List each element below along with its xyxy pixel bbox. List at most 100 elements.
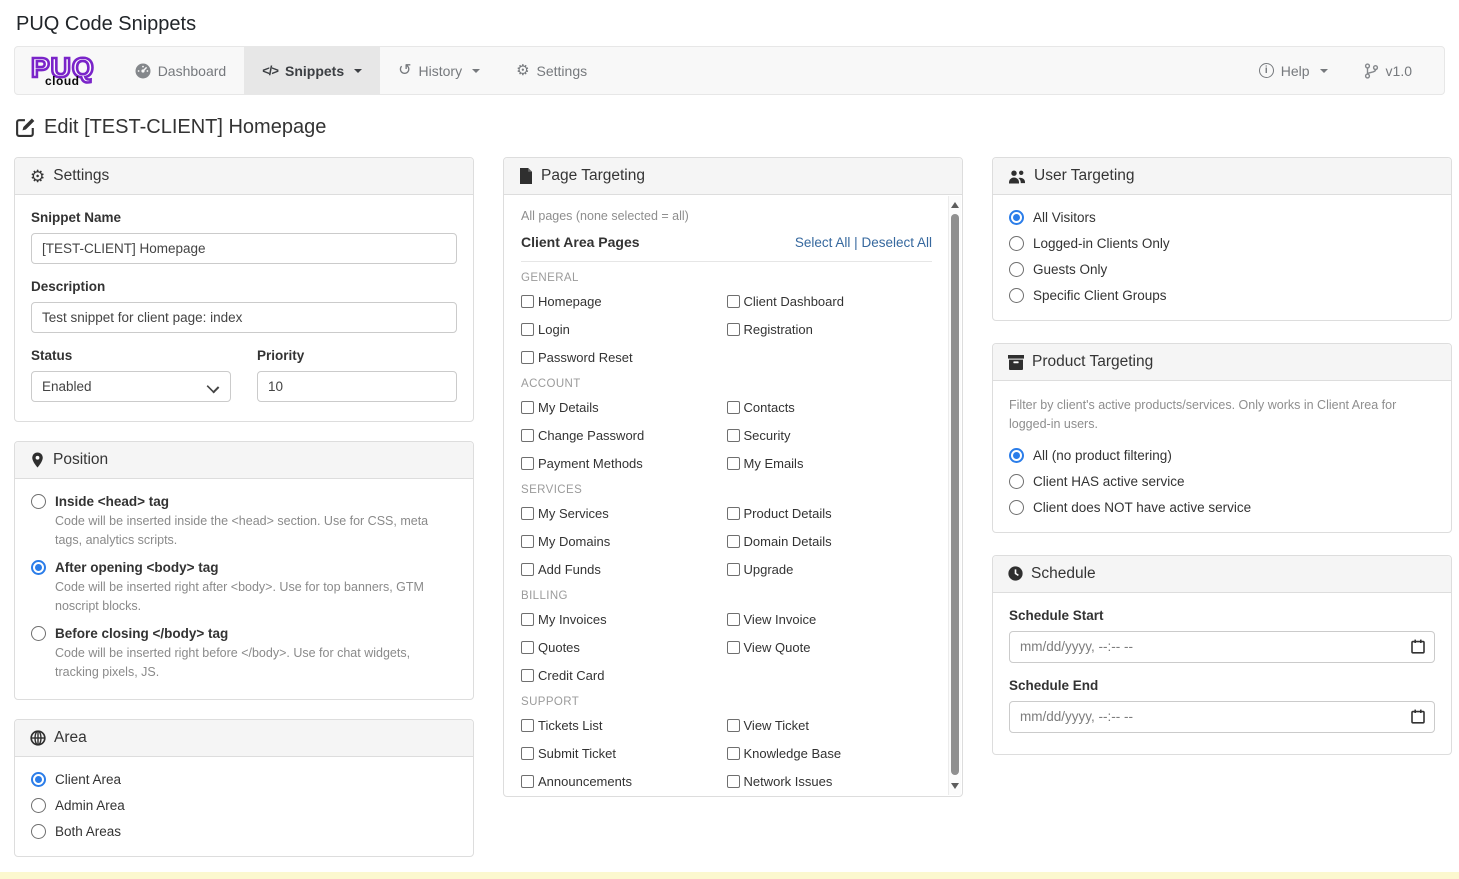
page-checkbox-announcements[interactable]: Announcements bbox=[521, 774, 727, 789]
checkbox-icon[interactable] bbox=[521, 719, 534, 732]
snippet-name-field[interactable] bbox=[31, 233, 457, 264]
user-radio-logged-in[interactable]: Logged-in Clients Only bbox=[1009, 236, 1435, 251]
position-radio-inside-head[interactable]: Inside <head> tag bbox=[31, 494, 457, 509]
product-radio-all[interactable]: All (no product filtering) bbox=[1009, 448, 1435, 463]
checkbox-icon[interactable] bbox=[727, 641, 740, 654]
area-radio-client[interactable]: Client Area bbox=[31, 772, 457, 787]
radio-icon[interactable] bbox=[1009, 210, 1024, 225]
checkbox-icon[interactable] bbox=[521, 429, 534, 442]
checkbox-icon[interactable] bbox=[521, 641, 534, 654]
checkbox-icon[interactable] bbox=[521, 457, 534, 470]
page-checkbox-tickets-list[interactable]: Tickets List bbox=[521, 718, 727, 733]
page-checkbox-homepage[interactable]: Homepage bbox=[521, 294, 727, 309]
checkbox-icon[interactable] bbox=[727, 429, 740, 442]
schedule-end-field[interactable] bbox=[1009, 701, 1435, 733]
description-field[interactable] bbox=[31, 302, 457, 333]
checkbox-icon[interactable] bbox=[727, 563, 740, 576]
page-checkbox-submit-ticket[interactable]: Submit Ticket bbox=[521, 746, 727, 761]
checkbox-icon[interactable] bbox=[521, 507, 534, 520]
nav-item-snippets[interactable]: </> Snippets bbox=[244, 47, 380, 94]
checkbox-icon[interactable] bbox=[521, 295, 534, 308]
page-checkbox-view-quote[interactable]: View Quote bbox=[727, 640, 933, 655]
radio-icon[interactable] bbox=[31, 798, 46, 813]
page-checkbox-view-invoice[interactable]: View Invoice bbox=[727, 612, 933, 627]
radio-icon[interactable] bbox=[1009, 474, 1024, 489]
checkbox-icon[interactable] bbox=[521, 535, 534, 548]
product-radio-no-service[interactable]: Client does NOT have active service bbox=[1009, 500, 1435, 515]
page-checkbox-credit-card[interactable]: Credit Card bbox=[521, 668, 727, 683]
product-radio-has-service[interactable]: Client HAS active service bbox=[1009, 474, 1435, 489]
area-radio-both[interactable]: Both Areas bbox=[31, 824, 457, 839]
status-select[interactable]: Enabled bbox=[31, 371, 231, 402]
checkbox-icon[interactable] bbox=[521, 613, 534, 626]
user-radio-all-visitors[interactable]: All Visitors bbox=[1009, 210, 1435, 225]
scroll-down-arrow-icon[interactable] bbox=[951, 783, 959, 789]
radio-icon[interactable] bbox=[1009, 236, 1024, 251]
checkbox-icon[interactable] bbox=[521, 669, 534, 682]
page-checkbox-payment-methods[interactable]: Payment Methods bbox=[521, 456, 727, 471]
checkbox-icon[interactable] bbox=[727, 507, 740, 520]
radio-icon[interactable] bbox=[1009, 288, 1024, 303]
area-radio-admin[interactable]: Admin Area bbox=[31, 798, 457, 813]
checkbox-icon[interactable] bbox=[521, 401, 534, 414]
page-checkbox-registration[interactable]: Registration bbox=[727, 322, 933, 337]
page-checkbox-my-invoices[interactable]: My Invoices bbox=[521, 612, 727, 627]
checkbox-icon[interactable] bbox=[727, 535, 740, 548]
calendar-icon[interactable] bbox=[1411, 639, 1425, 654]
select-all-link[interactable]: Select All bbox=[795, 235, 851, 250]
radio-icon[interactable] bbox=[31, 626, 46, 641]
page-checkbox-security[interactable]: Security bbox=[727, 428, 933, 443]
scroll-up-arrow-icon[interactable] bbox=[951, 202, 959, 208]
page-checkbox-view-ticket[interactable]: View Ticket bbox=[727, 718, 933, 733]
checkbox-icon[interactable] bbox=[727, 719, 740, 732]
checkbox-icon[interactable] bbox=[521, 351, 534, 364]
nav-item-help[interactable]: i Help bbox=[1241, 63, 1346, 79]
page-checkbox-contacts[interactable]: Contacts bbox=[727, 400, 933, 415]
checkbox-icon[interactable] bbox=[727, 747, 740, 760]
priority-field[interactable] bbox=[257, 371, 457, 402]
user-radio-client-groups[interactable]: Specific Client Groups bbox=[1009, 288, 1435, 303]
page-checkbox-my-domains[interactable]: My Domains bbox=[521, 534, 727, 549]
radio-icon[interactable] bbox=[31, 824, 46, 839]
nav-item-dashboard[interactable]: Dashboard bbox=[117, 47, 245, 94]
radio-icon[interactable] bbox=[31, 560, 46, 575]
radio-icon[interactable] bbox=[31, 772, 46, 787]
checkbox-icon[interactable] bbox=[521, 323, 534, 336]
page-checkbox-my-details[interactable]: My Details bbox=[521, 400, 727, 415]
page-checkbox-upgrade[interactable]: Upgrade bbox=[727, 562, 933, 577]
nav-item-history[interactable]: ↺ History bbox=[380, 47, 498, 94]
page-checkbox-password-reset[interactable]: Password Reset bbox=[521, 350, 727, 365]
checkbox-icon[interactable] bbox=[727, 775, 740, 788]
page-checkbox-domain-details[interactable]: Domain Details bbox=[727, 534, 933, 549]
radio-icon[interactable] bbox=[1009, 262, 1024, 277]
nav-item-version[interactable]: v1.0 bbox=[1346, 63, 1430, 79]
scrollbar-thumb[interactable] bbox=[951, 214, 959, 775]
page-checkbox-my-emails[interactable]: My Emails bbox=[727, 456, 933, 471]
page-checkbox-knowledge-base[interactable]: Knowledge Base bbox=[727, 746, 933, 761]
page-checkbox-add-funds[interactable]: Add Funds bbox=[521, 562, 727, 577]
deselect-all-link[interactable]: Deselect All bbox=[861, 235, 932, 250]
position-radio-after-body[interactable]: After opening <body> tag bbox=[31, 560, 457, 575]
scrollbar[interactable] bbox=[948, 196, 961, 795]
user-radio-guests[interactable]: Guests Only bbox=[1009, 262, 1435, 277]
checkbox-icon[interactable] bbox=[521, 775, 534, 788]
checkbox-icon[interactable] bbox=[727, 613, 740, 626]
checkbox-icon[interactable] bbox=[727, 323, 740, 336]
checkbox-icon[interactable] bbox=[521, 563, 534, 576]
schedule-start-field[interactable] bbox=[1009, 631, 1435, 663]
calendar-icon[interactable] bbox=[1411, 709, 1425, 724]
checkbox-icon[interactable] bbox=[727, 457, 740, 470]
nav-item-settings[interactable]: ⚙ Settings bbox=[498, 47, 605, 94]
radio-icon[interactable] bbox=[31, 494, 46, 509]
radio-icon[interactable] bbox=[1009, 448, 1024, 463]
page-checkbox-login[interactable]: Login bbox=[521, 322, 727, 337]
checkbox-icon[interactable] bbox=[521, 747, 534, 760]
page-checkbox-network-issues[interactable]: Network Issues bbox=[727, 774, 933, 789]
radio-icon[interactable] bbox=[1009, 500, 1024, 515]
page-checkbox-client-dashboard[interactable]: Client Dashboard bbox=[727, 294, 933, 309]
page-checkbox-change-password[interactable]: Change Password bbox=[521, 428, 727, 443]
page-checkbox-product-details[interactable]: Product Details bbox=[727, 506, 933, 521]
page-checkbox-my-services[interactable]: My Services bbox=[521, 506, 727, 521]
checkbox-icon[interactable] bbox=[727, 401, 740, 414]
position-radio-before-close[interactable]: Before closing </body> tag bbox=[31, 626, 457, 641]
